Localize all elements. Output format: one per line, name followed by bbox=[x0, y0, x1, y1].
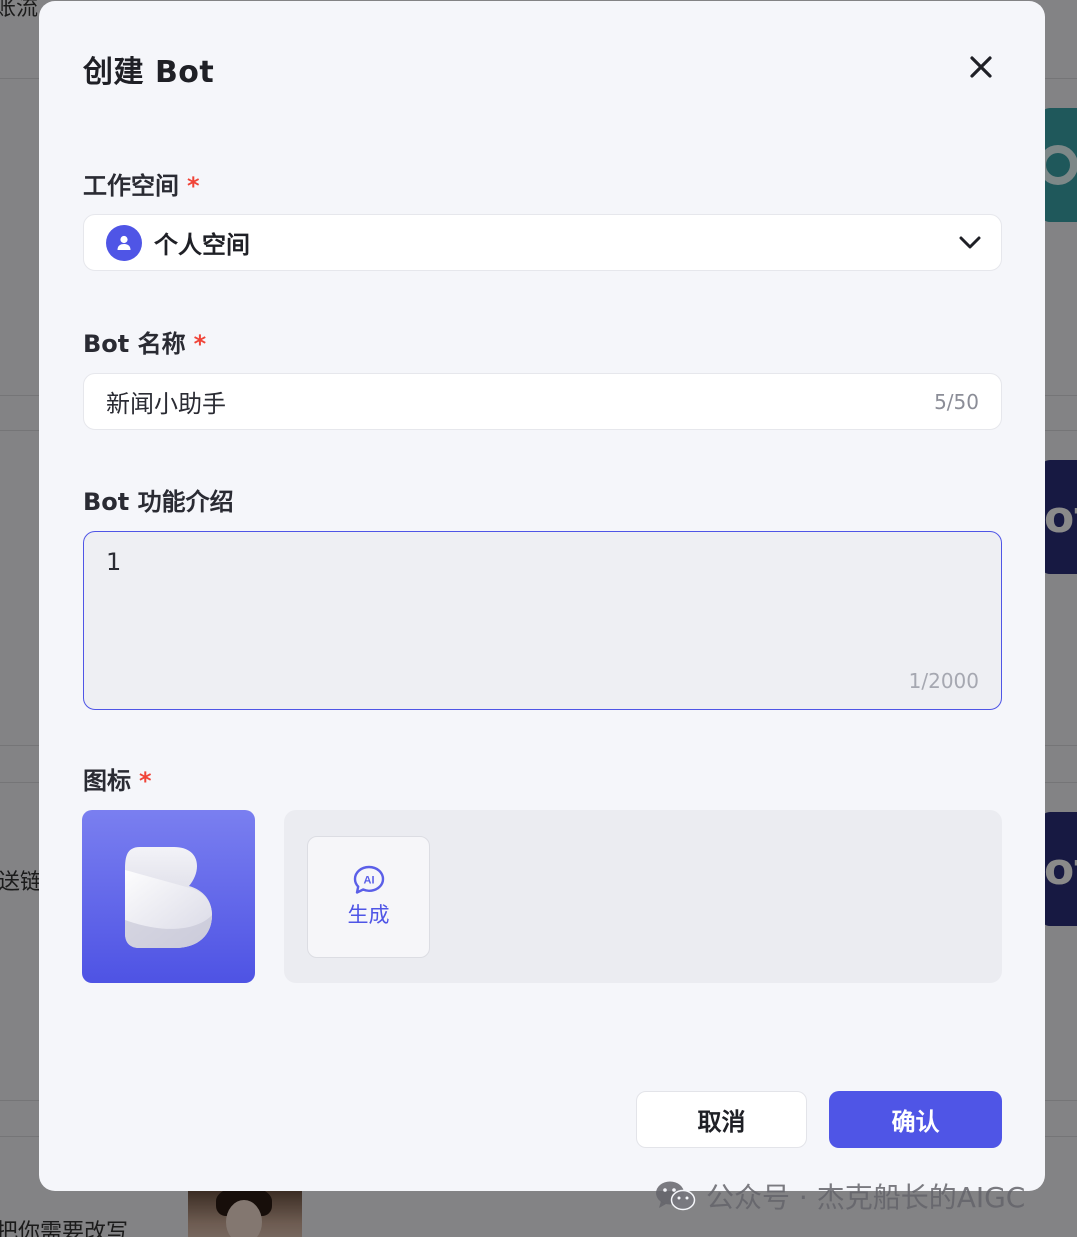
bot-icon-preview[interactable] bbox=[82, 810, 255, 983]
bot-logo-icon bbox=[125, 847, 212, 948]
workspace-label: 工作空间 * bbox=[83, 172, 200, 200]
bot-name-label: Bot 名称 * bbox=[83, 330, 207, 358]
bot-name-input[interactable] bbox=[106, 387, 935, 416]
workspace-select[interactable]: 个人空间 bbox=[83, 214, 1002, 271]
icon-options-panel: AI 生成 bbox=[284, 810, 1002, 983]
watermark: 公众号 · 杰克船长的AIGC bbox=[654, 1176, 1025, 1216]
chevron-down-icon bbox=[959, 236, 981, 248]
close-button[interactable] bbox=[963, 49, 999, 85]
close-icon bbox=[970, 56, 992, 78]
bot-name-field: 5/50 bbox=[83, 373, 1002, 430]
required-mark: * bbox=[187, 172, 200, 200]
bot-description-char-counter: 1/2000 bbox=[908, 669, 979, 693]
create-bot-dialog: 创建 Bot 工作空间* 个人空间 Bot 名称* 5/50 Bot 功能介绍 … bbox=[39, 1, 1045, 1191]
bot-name-char-counter: 5/50 bbox=[934, 389, 979, 414]
ai-generate-icon-button[interactable]: AI 生成 bbox=[307, 836, 430, 958]
required-mark: * bbox=[193, 330, 207, 358]
dialog-title: 创建 Bot bbox=[83, 55, 215, 90]
ai-generate-label: 生成 bbox=[347, 903, 390, 927]
required-mark: * bbox=[139, 767, 152, 795]
bot-description-field: 1 1/2000 bbox=[83, 531, 1002, 710]
confirm-button[interactable]: 确认 bbox=[829, 1091, 1002, 1148]
bot-description-textarea[interactable]: 1 bbox=[106, 548, 966, 658]
icon-label: 图标 * bbox=[83, 767, 152, 795]
cancel-button[interactable]: 取消 bbox=[636, 1091, 807, 1148]
ai-sparkle-icon: AI bbox=[353, 865, 384, 894]
ai-badge-text: AI bbox=[363, 875, 374, 887]
wechat-icon bbox=[656, 1181, 696, 1211]
bot-description-label: Bot 功能介绍 bbox=[83, 488, 234, 516]
watermark-text: 公众号 · 杰克船长的AIGC bbox=[706, 1181, 1026, 1214]
workspace-selected-value: 个人空间 bbox=[154, 231, 250, 259]
user-icon bbox=[106, 224, 142, 261]
